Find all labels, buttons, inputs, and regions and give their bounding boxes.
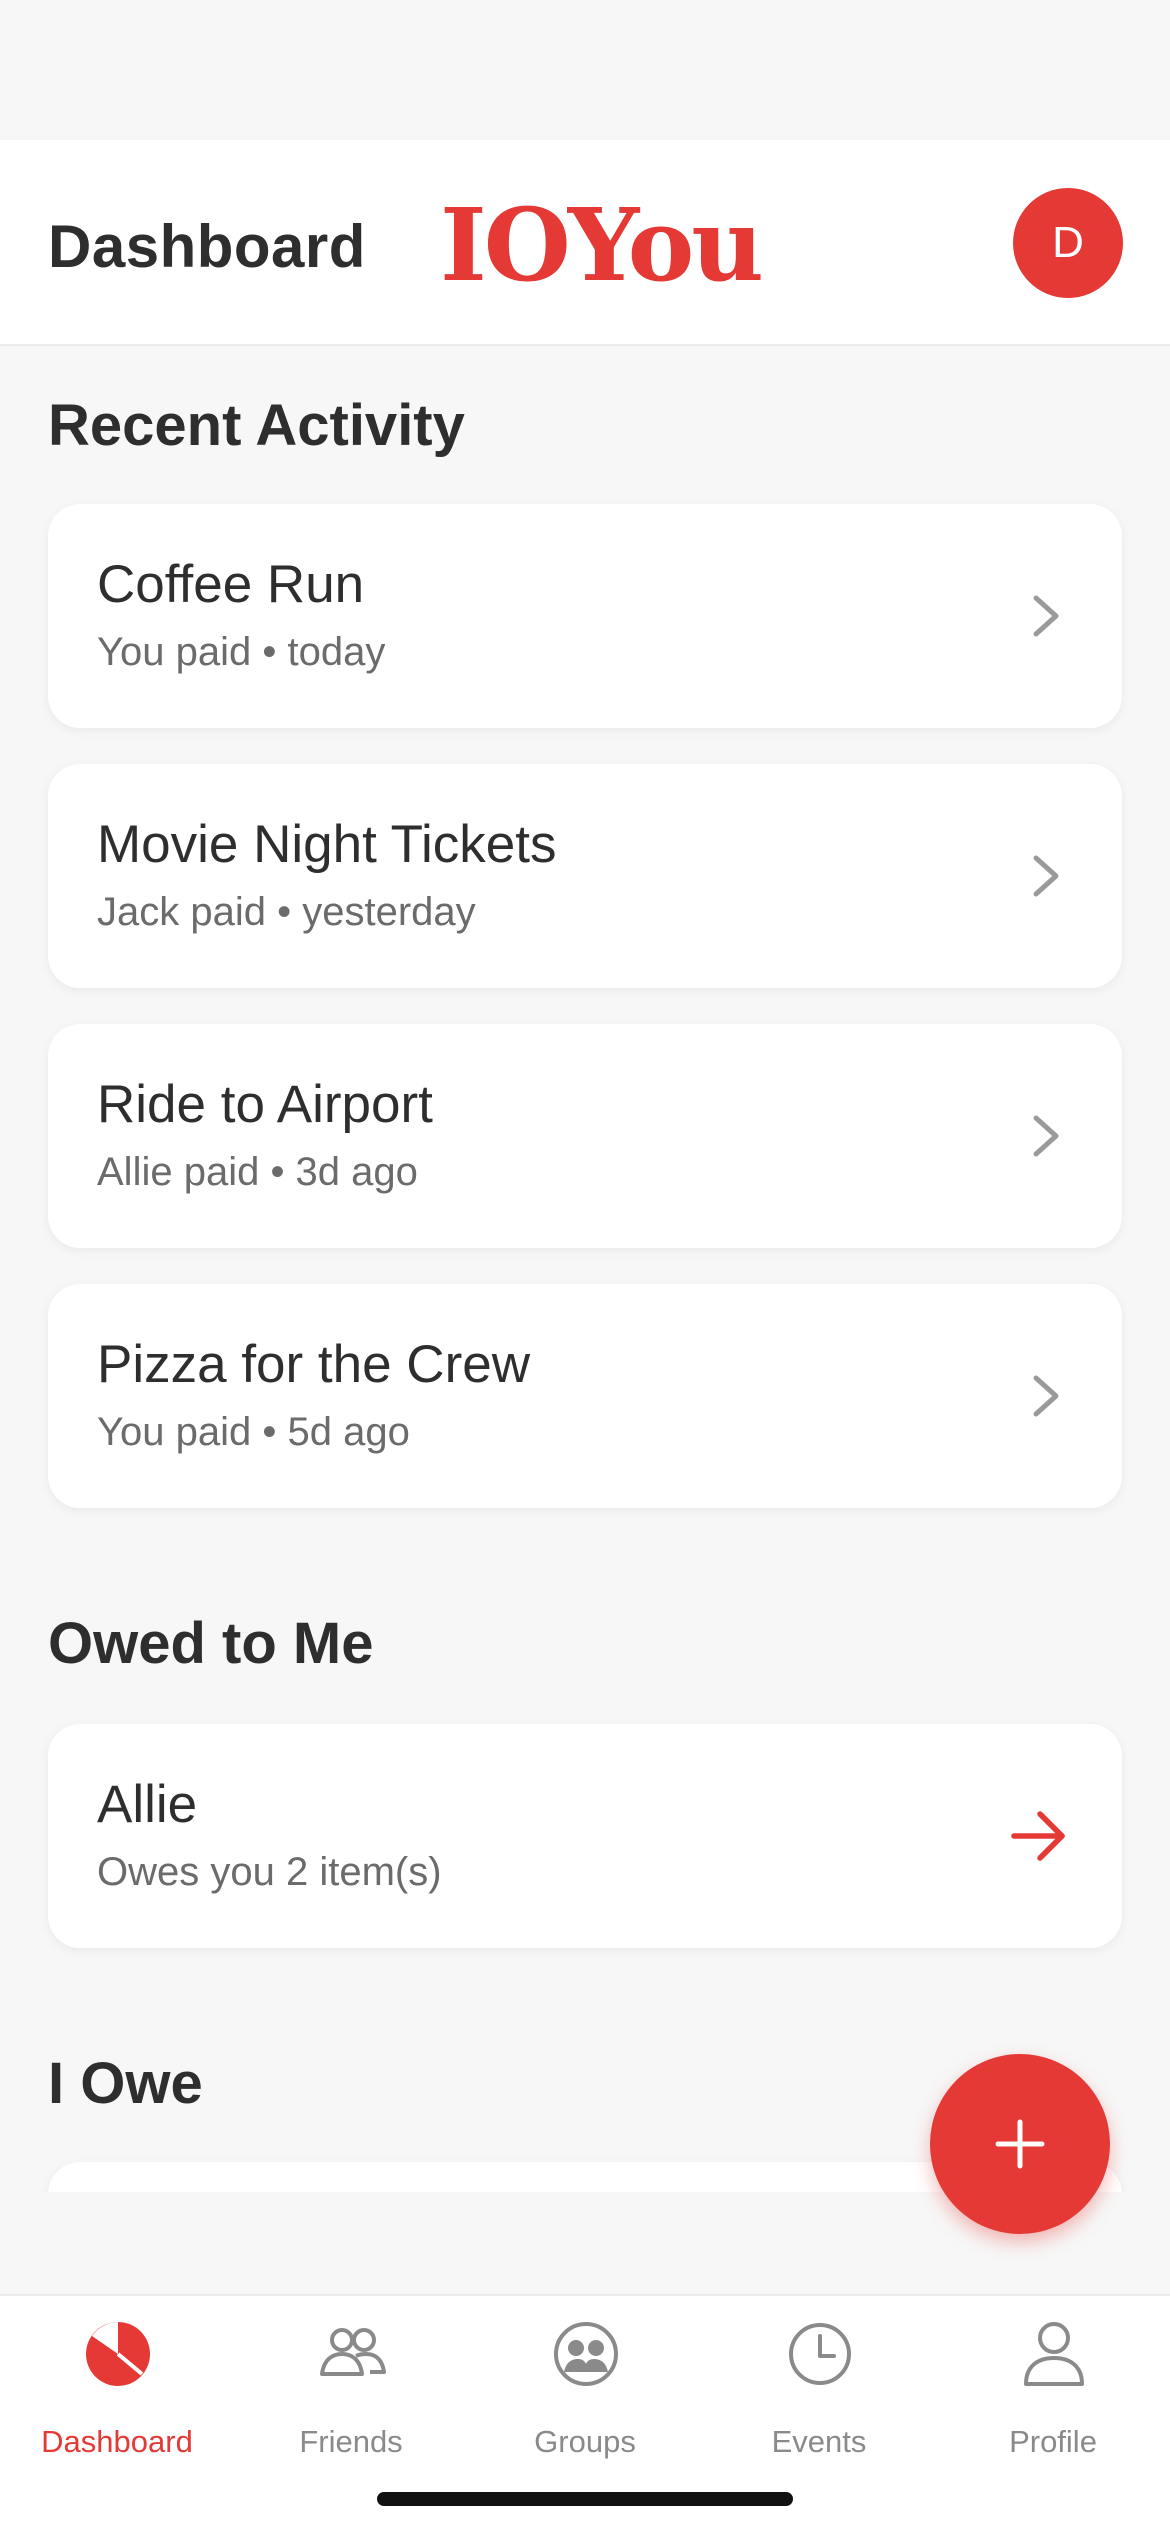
activity-card[interactable]: Ride to Airport Allie paid • 3d ago bbox=[48, 1024, 1122, 1248]
owed-person-name: Allie bbox=[97, 1775, 198, 1834]
tab-events[interactable]: Events bbox=[702, 2296, 936, 2476]
tab-friends[interactable]: Friends bbox=[234, 2296, 468, 2476]
page-title: Dashboard bbox=[48, 213, 366, 280]
avatar[interactable]: D bbox=[1013, 188, 1123, 298]
chevron-right-icon bbox=[1033, 855, 1059, 897]
section-title-owed-to-me: Owed to Me bbox=[48, 1611, 374, 1676]
owed-card[interactable]: Allie Owes you 2 item(s) bbox=[48, 1724, 1122, 1948]
arrow-right-icon bbox=[1011, 1811, 1065, 1861]
tab-label: Dashboard bbox=[41, 2424, 193, 2459]
tab-label: Groups bbox=[534, 2424, 636, 2459]
activity-card[interactable]: Pizza for the Crew You paid • 5d ago bbox=[48, 1284, 1122, 1508]
person-icon bbox=[1024, 2322, 1084, 2386]
section-title-i-owe: I Owe bbox=[48, 2051, 203, 2116]
home-indicator bbox=[377, 2492, 793, 2506]
plus-icon bbox=[995, 2119, 1045, 2169]
tab-label: Profile bbox=[1009, 2424, 1097, 2459]
activity-subtitle: You paid • today bbox=[97, 630, 386, 674]
tab-groups[interactable]: Groups bbox=[468, 2296, 702, 2476]
activity-card[interactable]: Coffee Run You paid • today bbox=[48, 504, 1122, 728]
tab-profile[interactable]: Profile bbox=[936, 2296, 1170, 2476]
chevron-right-icon bbox=[1033, 1115, 1059, 1157]
activity-subtitle: Jack paid • yesterday bbox=[97, 890, 476, 934]
activity-subtitle: You paid • 5d ago bbox=[97, 1410, 410, 1454]
dashboard-pie-icon bbox=[86, 2322, 150, 2386]
tab-label: Friends bbox=[299, 2424, 403, 2459]
chevron-right-icon bbox=[1033, 1375, 1059, 1417]
activity-subtitle: Allie paid • 3d ago bbox=[97, 1150, 418, 1194]
app-logo: IOYou bbox=[440, 186, 764, 304]
activity-title: Coffee Run bbox=[97, 555, 365, 614]
avatar-initial: D bbox=[1052, 218, 1084, 267]
activity-title: Movie Night Tickets bbox=[97, 815, 557, 874]
section-title-recent-activity: Recent Activity bbox=[48, 393, 465, 458]
dashboard-content[interactable]: Recent Activity Coffee Run You paid • to… bbox=[0, 348, 1170, 2192]
clock-icon bbox=[789, 2323, 851, 2385]
groups-icon bbox=[554, 2322, 618, 2386]
tab-dashboard[interactable]: Dashboard bbox=[0, 2296, 234, 2476]
status-bar bbox=[0, 0, 1170, 140]
tab-label: Events bbox=[771, 2424, 867, 2459]
activity-card[interactable]: Movie Night Tickets Jack paid • yesterda… bbox=[48, 764, 1122, 988]
friends-icon bbox=[320, 2328, 386, 2376]
activity-title: Pizza for the Crew bbox=[97, 1335, 530, 1394]
add-expense-button[interactable] bbox=[930, 2054, 1110, 2234]
app-header: Dashboard IOYou D bbox=[0, 140, 1170, 346]
chevron-right-icon bbox=[1033, 595, 1059, 637]
owed-subtitle: Owes you 2 item(s) bbox=[97, 1850, 442, 1894]
activity-title: Ride to Airport bbox=[97, 1075, 433, 1134]
